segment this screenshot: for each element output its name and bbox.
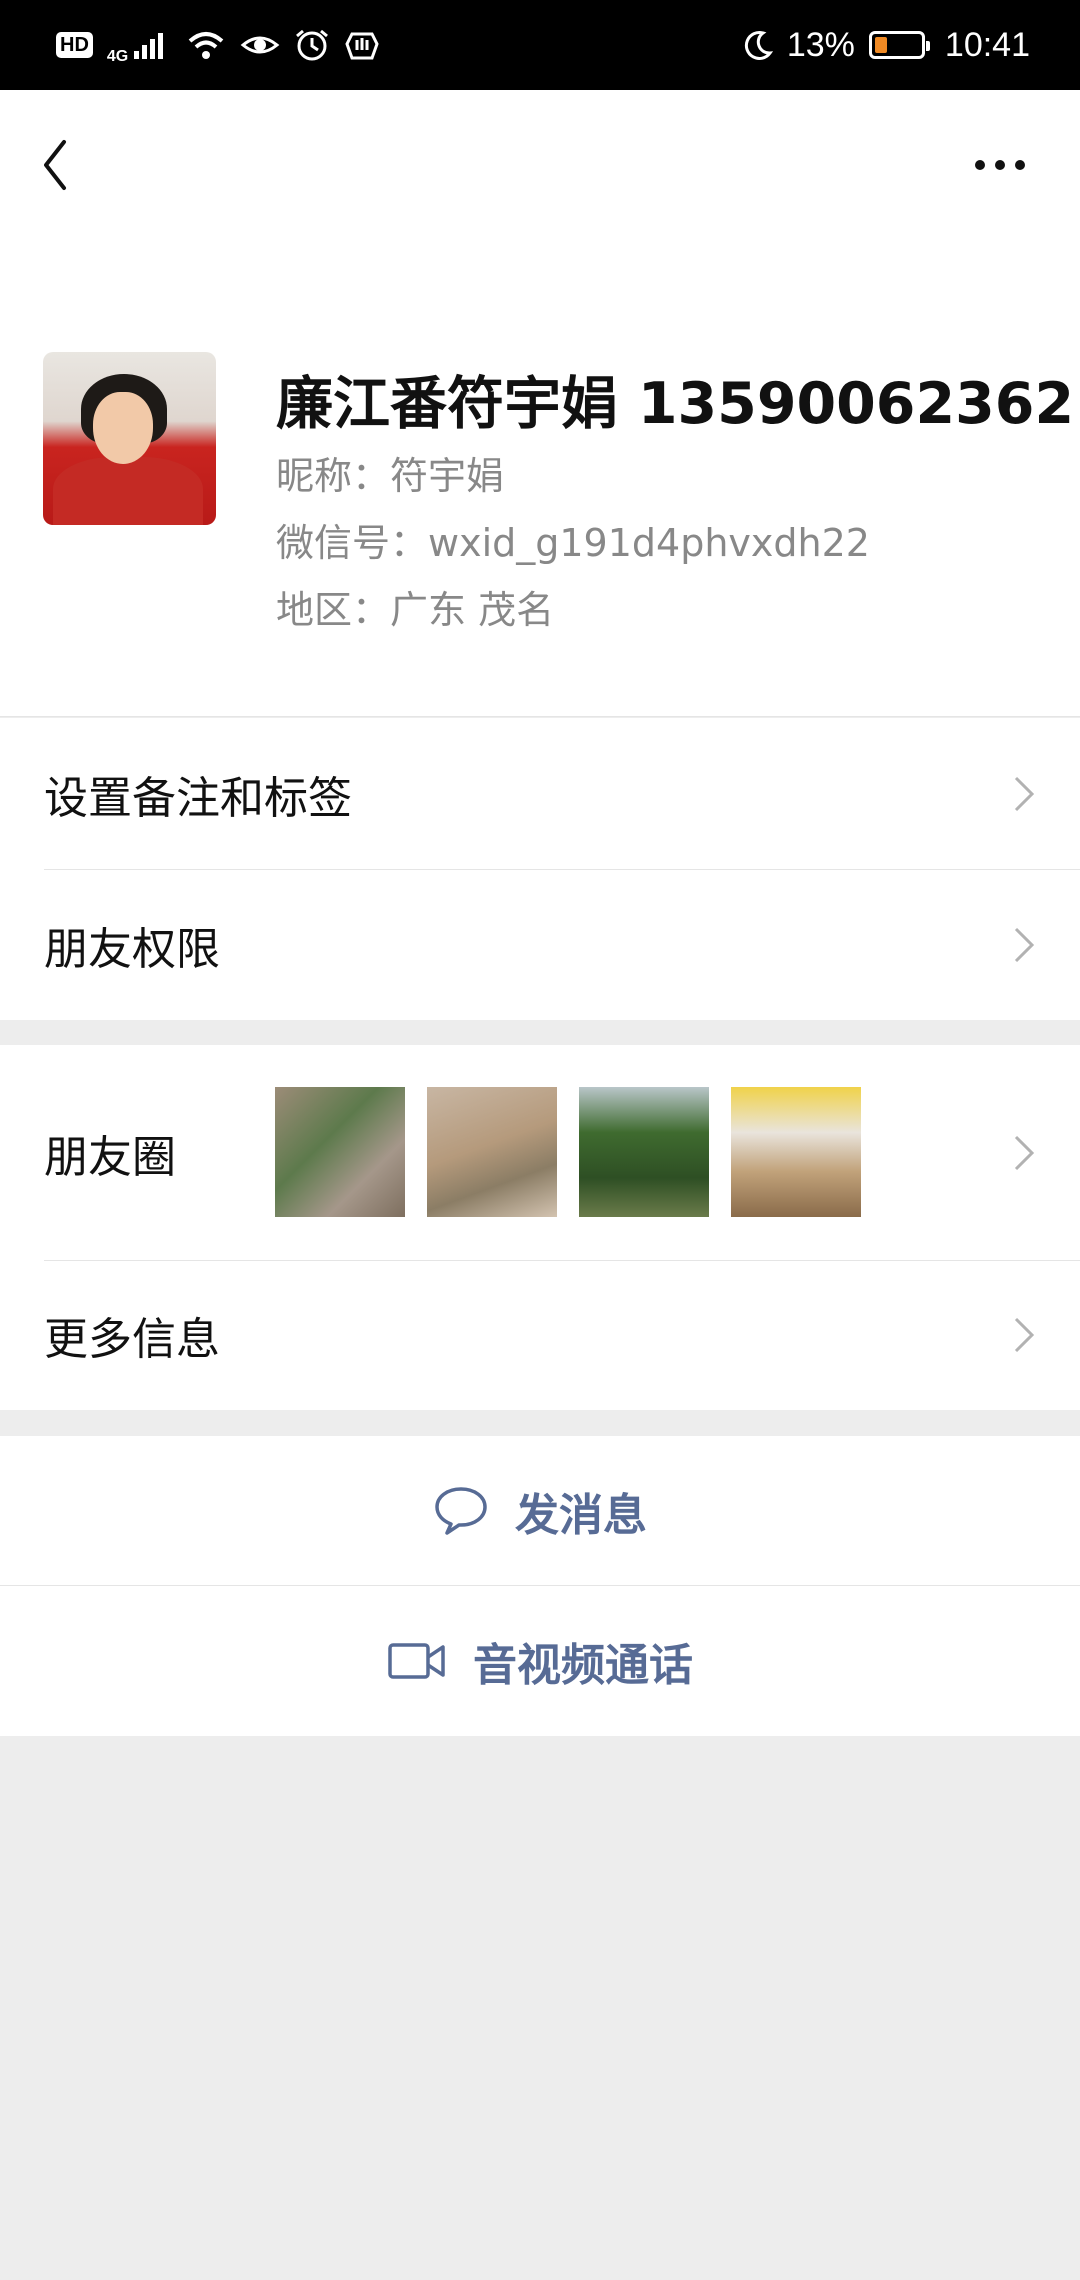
chevron-right-icon (1014, 1317, 1035, 1353)
row-moments[interactable]: 朋友圈 (0, 1045, 1080, 1260)
av-call-label: 音视频通话 (473, 1640, 693, 1691)
wifi-icon (188, 32, 224, 59)
row-more-info[interactable]: 更多信息 (0, 1260, 1080, 1410)
moments-thumbnail (275, 1087, 405, 1217)
display-name-text: 廉江番符宇娟 13590062362 (276, 371, 1075, 437)
hand-icon (345, 32, 379, 60)
row-moments-label: 朋友圈 (44, 1131, 176, 1183)
row-remark-tags[interactable]: 设置备注和标签 (0, 718, 1080, 869)
av-call-button[interactable]: 音视频通话 (0, 1586, 1080, 1736)
moon-icon (744, 31, 773, 60)
chevron-right-icon (1014, 776, 1035, 811)
settings-section: 设置备注和标签 朋友权限 (0, 718, 1080, 1020)
status-bar: HD 4G 13% 10:41 (0, 0, 1080, 90)
contact-profile-screen: HD 4G 13% 10:41 廉江番符宇娟 13590062362 昵称：符宇… (0, 0, 1080, 2280)
chevron-right-icon (1014, 927, 1035, 962)
video-camera-icon (388, 1643, 445, 1679)
clock: 10:41 (944, 25, 1030, 64)
avatar-coat (53, 457, 203, 525)
more-options-icon[interactable] (970, 140, 1030, 190)
moments-thumbnail (731, 1087, 861, 1217)
battery-fill (874, 37, 888, 53)
back-icon[interactable] (36, 130, 76, 200)
hd-icon: HD (56, 32, 93, 58)
profile-header: 廉江番符宇娟 13590062362 昵称：符宇娟 微信号：wxid_g191d… (0, 90, 1080, 717)
row-more-info-label: 更多信息 (44, 1314, 220, 1365)
header-divider (0, 716, 1080, 717)
send-message-label: 发消息 (515, 1490, 647, 1541)
row-remark-tags-label: 设置备注和标签 (44, 772, 352, 824)
battery-icon (868, 31, 930, 59)
contact-display-name: 廉江番符宇娟 13590062362 (276, 358, 1080, 440)
moments-thumbnail (427, 1087, 557, 1217)
wechat-id-line: 微信号：wxid_g191d4phvxdh22 (276, 521, 870, 565)
row-friend-permissions[interactable]: 朋友权限 (0, 869, 1080, 1020)
send-message-button[interactable]: 发消息 (0, 1436, 1080, 1586)
info-section: 朋友圈 更多信息 (0, 1045, 1080, 1410)
row-friend-permissions-label: 朋友权限 (44, 923, 220, 975)
avatar-face (93, 392, 153, 464)
signal-icon (134, 33, 164, 59)
network-type-label: 4G (106, 48, 129, 65)
moments-thumbnails (275, 1087, 861, 1217)
status-right: 13% 10:41 (743, 26, 1030, 65)
eye-icon (240, 36, 280, 54)
battery-percent: 13% (786, 25, 855, 64)
chevron-right-icon (1014, 1135, 1035, 1170)
moments-thumbnail (579, 1087, 709, 1217)
status-left: HD 4G (56, 24, 380, 66)
region-line: 地区：广东 茂名 (276, 588, 555, 632)
alarm-icon (296, 29, 329, 61)
nickname-line: 昵称：符宇娟 (276, 454, 505, 498)
avatar[interactable] (43, 352, 216, 525)
chat-bubble-icon (435, 1487, 487, 1535)
